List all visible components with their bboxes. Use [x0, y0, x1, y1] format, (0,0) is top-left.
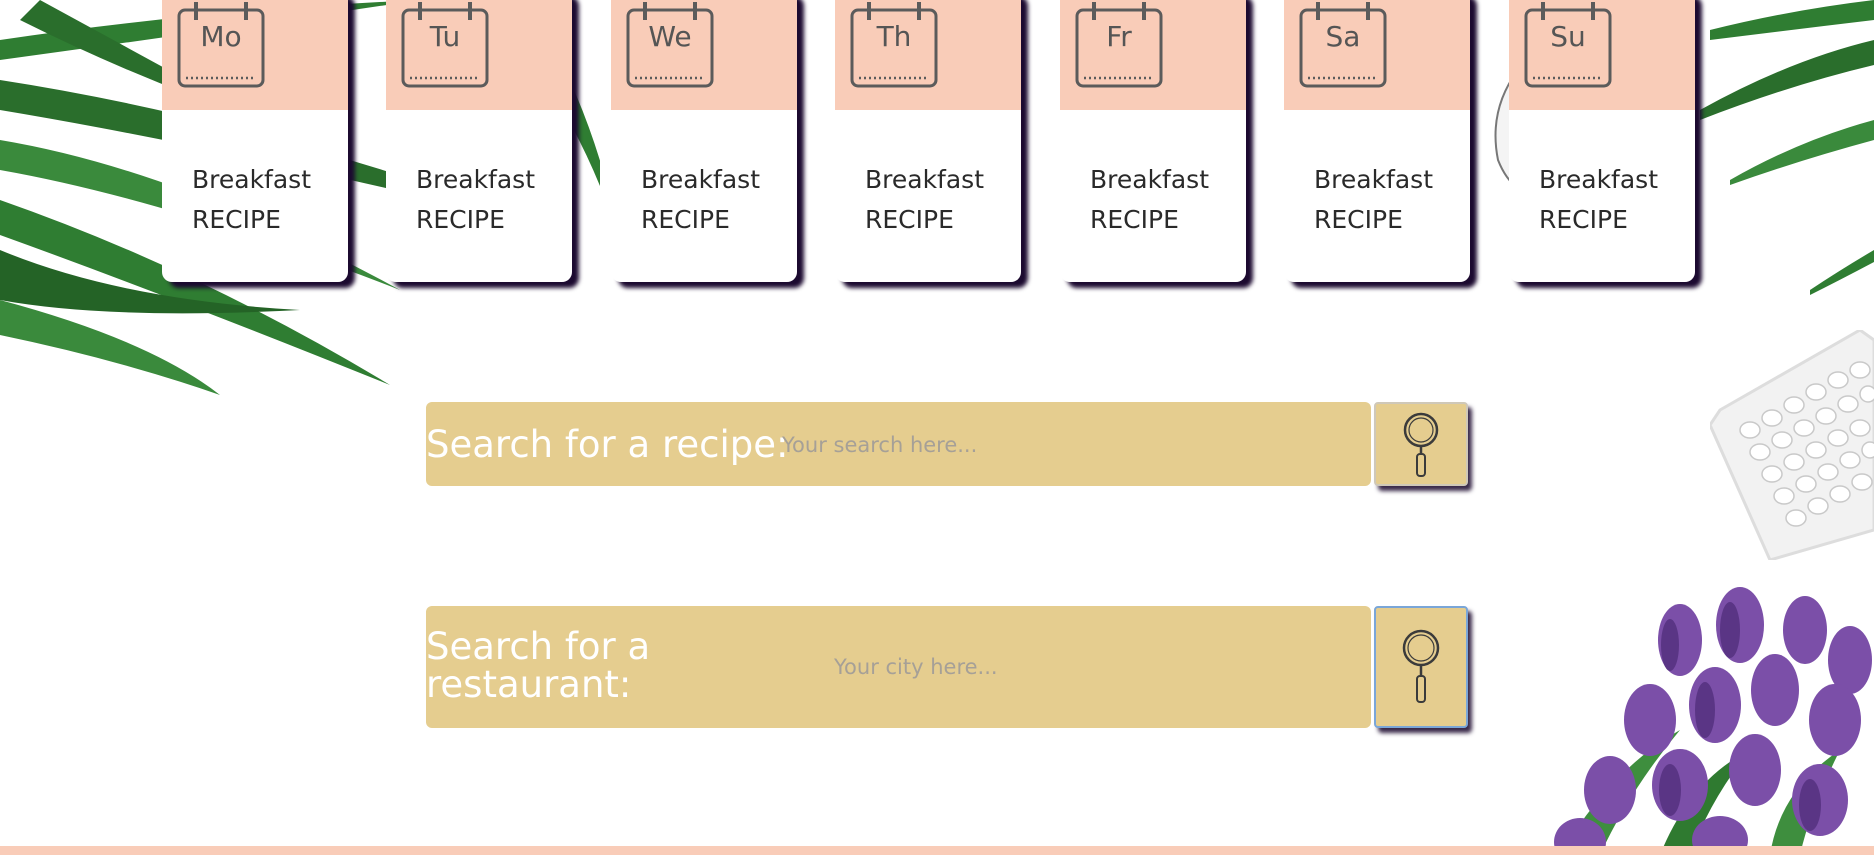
recipe-label: RECIPE [641, 205, 730, 234]
recipe-label: RECIPE [865, 205, 954, 234]
day-abbreviation: Su [1550, 20, 1586, 53]
day-card-header: Sa [1284, 0, 1470, 110]
day-card-fr[interactable]: Fr Breakfast RECIPE [1060, 0, 1246, 282]
recipe-label: RECIPE [416, 205, 505, 234]
meal-label: Breakfast [1314, 165, 1434, 194]
palm-leaves-right-decoration [1690, 0, 1874, 300]
day-card-header: Tu [386, 0, 572, 110]
restaurant-search-bar: Search for a restaurant: [426, 606, 1371, 728]
day-card-body: Breakfast RECIPE [1090, 160, 1209, 240]
day-card-body: Breakfast RECIPE [1539, 160, 1658, 240]
restaurant-search-label-line1: Search for a [426, 625, 651, 668]
day-abbreviation: We [648, 20, 692, 53]
meal-label: Breakfast [641, 165, 761, 194]
recipe-search-label: Search for a recipe: [426, 423, 789, 466]
restaurant-search-button[interactable] [1374, 606, 1468, 728]
footer-strip [0, 846, 1874, 855]
day-abbreviation: Th [876, 20, 912, 53]
candy-plate-decoration [1710, 330, 1874, 560]
day-card-sa[interactable]: Sa Breakfast RECIPE [1284, 0, 1470, 282]
day-card-header: Fr [1060, 0, 1246, 110]
day-card-mo[interactable]: Mo Breakfast RECIPE [162, 0, 348, 282]
day-card-th[interactable]: Th Breakfast RECIPE [835, 0, 1021, 282]
day-abbreviation: Mo [200, 20, 242, 53]
day-card-tu[interactable]: Tu Breakfast RECIPE [386, 0, 572, 282]
day-abbreviation: Fr [1106, 20, 1132, 53]
meal-label: Breakfast [865, 165, 985, 194]
restaurant-city-input[interactable] [832, 650, 1336, 684]
restaurant-search-label: Search for a restaurant: [426, 628, 650, 704]
day-card-we[interactable]: We Breakfast RECIPE [611, 0, 797, 282]
recipe-label: RECIPE [192, 205, 281, 234]
meal-label: Breakfast [1090, 165, 1210, 194]
day-card-body: Breakfast RECIPE [416, 160, 535, 240]
recipe-search-button[interactable] [1374, 402, 1468, 486]
day-card-header: Th [835, 0, 1021, 110]
recipe-search-input[interactable] [780, 428, 1344, 462]
day-card-header: Mo [162, 0, 348, 110]
restaurant-search-label-line2: restaurant: [426, 663, 632, 706]
day-card-body: Breakfast RECIPE [192, 160, 311, 240]
day-abbreviation: Tu [429, 20, 461, 53]
meal-label: Breakfast [192, 165, 312, 194]
day-card-su[interactable]: Su Breakfast RECIPE [1509, 0, 1695, 282]
recipe-label: RECIPE [1090, 205, 1179, 234]
day-card-body: Breakfast RECIPE [641, 160, 760, 240]
meal-label: Breakfast [416, 165, 536, 194]
day-card-header: Su [1509, 0, 1695, 110]
purple-tulips-decoration [1520, 570, 1874, 855]
day-card-body: Breakfast RECIPE [865, 160, 984, 240]
recipe-search-bar: Search for a recipe: [426, 402, 1371, 486]
day-card-body: Breakfast RECIPE [1314, 160, 1433, 240]
recipe-label: RECIPE [1539, 205, 1628, 234]
day-card-header: We [611, 0, 797, 110]
day-abbreviation: Sa [1325, 20, 1361, 53]
meal-label: Breakfast [1539, 165, 1659, 194]
recipe-label: RECIPE [1314, 205, 1403, 234]
